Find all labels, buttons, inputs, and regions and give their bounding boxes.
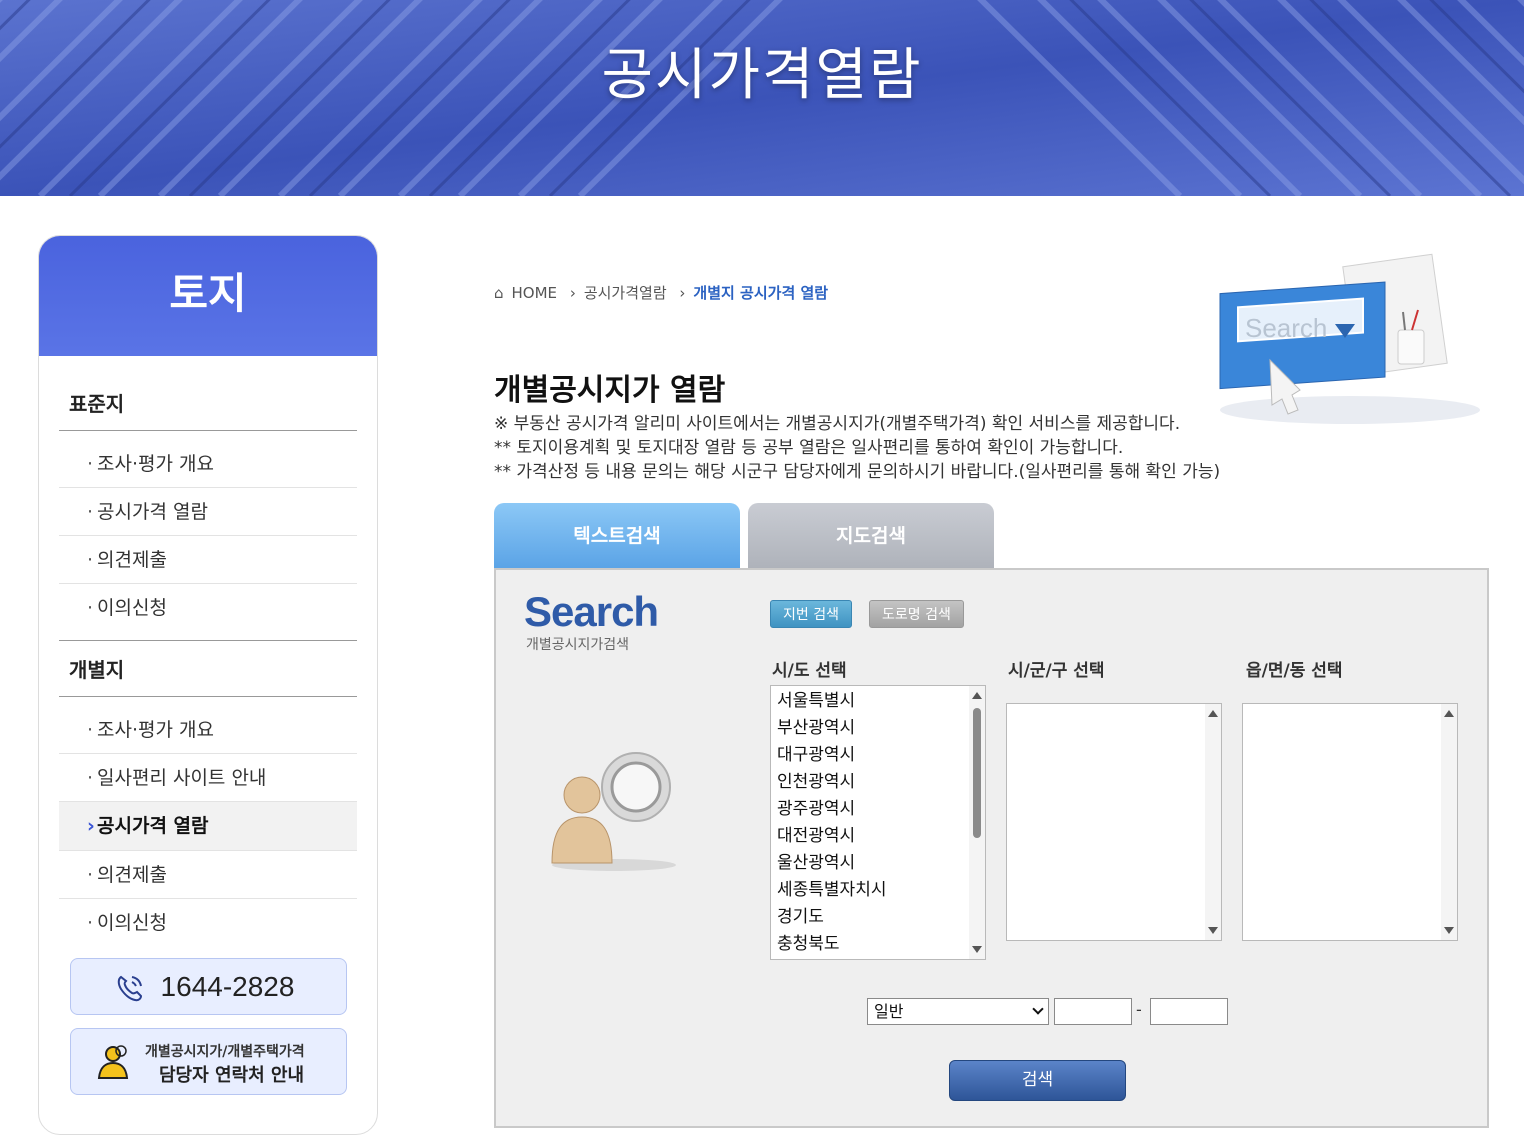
sidebar-item-standard-price[interactable]: · 공시가격 열람 — [59, 488, 357, 536]
sidebar-item-individual-opinion[interactable]: · 의견제출 — [59, 851, 357, 899]
scrollbar[interactable] — [1205, 704, 1221, 940]
banner-title: 공시가격열람 — [601, 43, 923, 108]
list-item[interactable]: 광주광역시 — [771, 796, 985, 823]
search-illustration: Search — [1219, 253, 1480, 424]
chevron-right-icon: › — [569, 284, 576, 302]
tab-text-search[interactable]: 텍스트검색 — [494, 503, 740, 569]
scroll-up-icon[interactable] — [1208, 710, 1218, 717]
phone-box[interactable]: 1644-2828 — [70, 958, 347, 1015]
phone-icon — [117, 975, 143, 1002]
dash-separator: - — [1136, 1000, 1142, 1019]
notice-line: ※ 부동산 공시가격 알리미 사이트에서는 개별공시지가(개별주택가격) 확인 … — [494, 414, 1181, 434]
illustration-search-text: Search — [1245, 313, 1327, 343]
search-logo-subtitle: 개별공시지가검색 — [526, 637, 630, 653]
scroll-up-icon[interactable] — [1444, 710, 1454, 717]
phone-number: 1644-2828 — [160, 971, 295, 1002]
sidebar-item-label: 일사편리 사이트 안내 — [97, 767, 267, 789]
breadcrumb-home[interactable]: HOME — [512, 284, 558, 302]
scrollbar-thumb[interactable] — [973, 708, 981, 838]
scroll-down-icon[interactable] — [972, 946, 982, 953]
person-icon — [97, 1045, 129, 1079]
list-item[interactable]: 경기도 — [771, 904, 985, 931]
list-item[interactable]: 대전광역시 — [771, 823, 985, 850]
scroll-up-icon[interactable] — [972, 692, 982, 699]
list-item[interactable]: 대구광역시 — [771, 742, 985, 769]
land-type-select[interactable]: 일반 — [867, 998, 1049, 1025]
sidebar-group-title-individual: 개별지 — [69, 658, 125, 682]
search-panel: Search 개별공시지가검색 지번 검색 도로명 검색 시/도 선택 시/군/… — [494, 568, 1489, 1128]
sidebar-item-label: 공시가격 열람 — [97, 815, 209, 837]
user-search-icon — [551, 752, 676, 871]
scrollbar[interactable] — [969, 686, 985, 959]
scroll-down-icon[interactable] — [1444, 927, 1454, 934]
sidebar-item-label: 공시가격 열람 — [97, 501, 208, 523]
chevron-down-icon — [1032, 1003, 1044, 1015]
notice-line: ** 가격산정 등 내용 문의는 해당 시군구 담당자에게 문의하시기 바랍니다… — [494, 462, 1221, 482]
notice-line: ** 토지이용계획 및 토지대장 열람 등 공부 열람은 일사편리를 통하여 확… — [494, 438, 1124, 458]
sidebar-item-standard-objection[interactable]: · 이의신청 — [59, 584, 357, 632]
sidebar-header: 토지 — [39, 236, 377, 356]
search-logo: Search — [524, 588, 659, 635]
sidebar-item-individual-objection[interactable]: · 이의신청 — [59, 899, 357, 947]
sidebar-item-standard-survey[interactable]: · 조사·평가 개요 — [59, 440, 357, 488]
eupmyeondong-listbox[interactable] — [1242, 703, 1458, 941]
page-title: 개별공시지가 열람 — [494, 373, 726, 408]
sidebar-group-title-standard: 표준지 — [69, 392, 125, 416]
sido-label: 시/도 선택 — [772, 661, 847, 681]
list-item[interactable]: 부산광역시 — [771, 715, 985, 742]
sidebar-item-label: 조사·평가 개요 — [97, 453, 214, 475]
search-button[interactable]: 검색 — [949, 1060, 1126, 1101]
sidebar-item-label: 이의신청 — [97, 597, 167, 619]
sido-listbox[interactable]: 서울특별시 부산광역시 대구광역시 인천광역시 광주광역시 대전광역시 울산광역… — [770, 685, 986, 960]
list-item[interactable]: 충청북도 — [771, 931, 985, 958]
contact-line1: 개별공시지가/개별주택가격 — [145, 1044, 305, 1060]
scroll-down-icon[interactable] — [1208, 927, 1218, 934]
contact-line2: 담당자 연락처 안내 — [159, 1065, 305, 1086]
home-icon[interactable]: ⌂ — [494, 284, 504, 302]
sidebar-item-label: 의견제출 — [97, 549, 167, 571]
sigungu-label: 시/군/구 선택 — [1008, 661, 1105, 681]
eupmyeondong-label: 읍/면/동 선택 — [1246, 661, 1343, 681]
sidebar-item-standard-opinion[interactable]: · 의견제출 — [59, 536, 357, 584]
breadcrumb-level1[interactable]: 공시가격열람 — [584, 284, 667, 302]
list-item[interactable]: 서울특별시 — [771, 688, 985, 715]
list-item[interactable]: 울산광역시 — [771, 850, 985, 877]
sigungu-listbox[interactable] — [1006, 703, 1222, 941]
sidebar-item-label: 의견제출 — [97, 864, 167, 886]
road-name-search-button[interactable]: 도로명 검색 — [869, 600, 964, 628]
contact-info-box[interactable]: 개별공시지가/개별주택가격 담당자 연락처 안내 — [70, 1028, 347, 1095]
breadcrumb-current: 개별지 공시가격 열람 — [693, 284, 829, 302]
land-type-value: 일반 — [874, 1002, 904, 1021]
list-item[interactable]: 인천광역시 — [771, 769, 985, 796]
sidebar-item-label: 조사·평가 개요 — [97, 719, 214, 741]
sidebar-item-individual-survey[interactable]: · 조사·평가 개요 — [59, 706, 357, 754]
main-number-input[interactable] — [1054, 998, 1132, 1025]
divider — [59, 640, 357, 641]
divider — [59, 696, 357, 697]
divider — [59, 430, 357, 431]
tab-map-search[interactable]: 지도검색 — [748, 503, 994, 569]
sidebar-item-individual-price[interactable]: › 공시가격 열람 — [59, 802, 357, 851]
sidebar-item-label: 이의신청 — [97, 912, 167, 934]
banner: 공시가격열람 — [0, 0, 1524, 196]
scrollbar[interactable] — [1441, 704, 1457, 940]
breadcrumb: ⌂ HOME › 공시가격열람 › 개별지 공시가격 열람 — [494, 282, 836, 303]
chevron-right-icon: › — [87, 815, 95, 837]
list-item[interactable]: 세종특별자치시 — [771, 877, 985, 904]
sidebar-item-ilsapyeonri-guide[interactable]: · 일사편리 사이트 안내 — [59, 754, 357, 802]
sidebar: 토지 표준지 · 조사·평가 개요 · 공시가격 열람 · 의견제출 · 이의신청 개별… — [38, 235, 378, 1135]
chevron-right-icon: › — [679, 284, 686, 302]
notice-text: ※ 부동산 공시가격 알리미 사이트에서는 개별공시지가(개별주택가격) 확인 … — [494, 412, 1220, 484]
sub-number-input[interactable] — [1150, 998, 1228, 1025]
jibun-search-button[interactable]: 지번 검색 — [770, 600, 852, 628]
